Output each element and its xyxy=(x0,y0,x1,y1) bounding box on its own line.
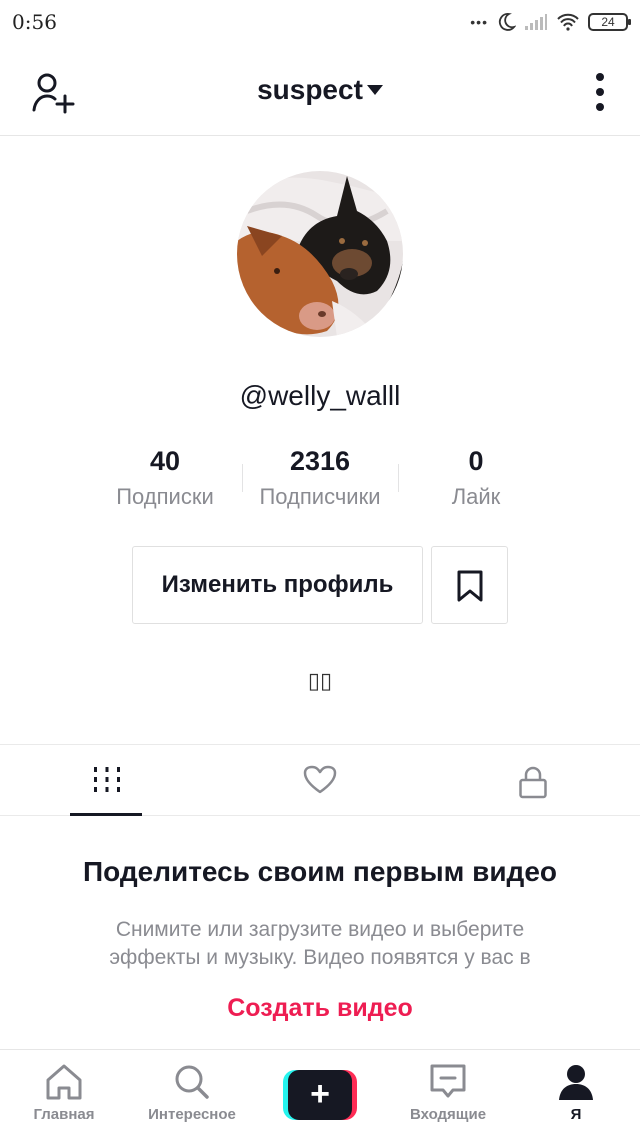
videos-grid-icon xyxy=(93,767,120,792)
signal-icon xyxy=(525,14,547,30)
inbox-icon xyxy=(430,1064,466,1098)
nav-home[interactable]: Главная xyxy=(0,1050,128,1138)
profile-tabs xyxy=(0,744,640,816)
create-video-link[interactable]: Создать видео xyxy=(0,994,640,1023)
more-options-icon[interactable] xyxy=(594,72,606,112)
status-time: 0:56 xyxy=(12,10,57,34)
tab-liked[interactable] xyxy=(213,745,426,815)
profile-stats: 40 Подписки 2316 Подписчики 0 Лайк xyxy=(0,444,640,514)
battery-indicator: 24 xyxy=(588,13,631,31)
moon-icon xyxy=(498,13,516,31)
search-icon xyxy=(175,1065,209,1099)
bottom-navigation: Главная Интересное + Входящие Я xyxy=(0,1049,640,1138)
empty-state: Поделитесь своим первым видео Снимите ил… xyxy=(0,856,640,1023)
tab-private[interactable] xyxy=(426,745,639,815)
profile-icon xyxy=(559,1065,593,1100)
nav-label: Главная xyxy=(33,1106,95,1123)
empty-state-text: Снимите или загрузите видео и выберите э… xyxy=(109,918,531,969)
edit-profile-button[interactable]: Изменить профиль xyxy=(132,546,423,624)
status-icons: ••• 24 xyxy=(470,10,631,34)
home-icon xyxy=(46,1064,82,1100)
empty-state-heading: Поделитесь своим первым видео xyxy=(83,856,557,887)
stat-likes[interactable]: 0 Лайк xyxy=(376,444,576,510)
active-tab-indicator xyxy=(70,813,142,816)
avatar[interactable] xyxy=(237,171,403,337)
nav-profile[interactable]: Я xyxy=(512,1050,640,1138)
plus-icon: + xyxy=(288,1070,352,1120)
stat-label: Лайк xyxy=(451,484,501,509)
dots-icon: ••• xyxy=(470,14,488,30)
caret-down-icon xyxy=(366,84,383,95)
favorites-button[interactable] xyxy=(431,546,508,624)
nav-discover[interactable]: Интересное xyxy=(128,1050,256,1138)
create-button[interactable]: + xyxy=(283,1070,357,1120)
nav-label: Входящие xyxy=(409,1106,487,1123)
profile-header: suspect xyxy=(0,44,640,136)
bookmark-icon xyxy=(457,570,483,602)
nav-label: Я xyxy=(570,1106,582,1123)
stat-value: 0 xyxy=(468,446,484,476)
wifi-icon xyxy=(557,13,579,31)
nav-label: Интересное xyxy=(148,1106,236,1123)
account-name: suspect xyxy=(257,74,363,105)
nav-inbox[interactable]: Входящие xyxy=(384,1050,512,1138)
account-switcher[interactable]: suspect xyxy=(0,74,640,106)
heart-icon xyxy=(303,765,336,794)
profile-username: @welly_walll xyxy=(239,380,401,411)
tab-videos[interactable] xyxy=(0,745,213,816)
lock-icon xyxy=(518,766,547,799)
profile-bio: ▯▯ xyxy=(307,668,333,693)
status-bar: 0:56 ••• 24 xyxy=(0,0,640,44)
